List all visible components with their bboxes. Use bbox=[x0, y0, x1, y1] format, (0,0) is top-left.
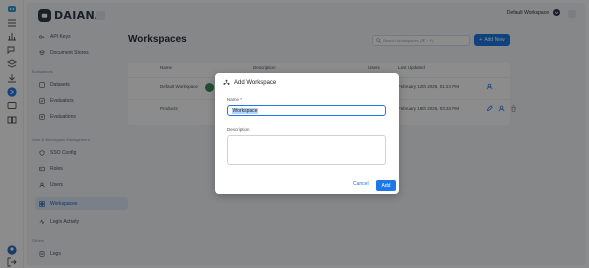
name-label: Name * bbox=[227, 97, 243, 102]
dialog-title-text: Add Workspace bbox=[234, 79, 277, 86]
cancel-button[interactable]: Cancel bbox=[353, 181, 369, 187]
workspace-description-input[interactable] bbox=[227, 135, 386, 165]
workspace-name-value: Workspace bbox=[232, 107, 258, 114]
add-button[interactable]: Add bbox=[376, 180, 396, 191]
workspace-group-icon bbox=[223, 79, 230, 85]
description-label: Description bbox=[227, 127, 250, 132]
dialog-title: Add Workspace bbox=[223, 79, 276, 86]
workspace-name-input[interactable]: Workspace bbox=[227, 105, 386, 116]
add-workspace-dialog: Add Workspace Name * Workspace Descripti… bbox=[215, 73, 399, 194]
